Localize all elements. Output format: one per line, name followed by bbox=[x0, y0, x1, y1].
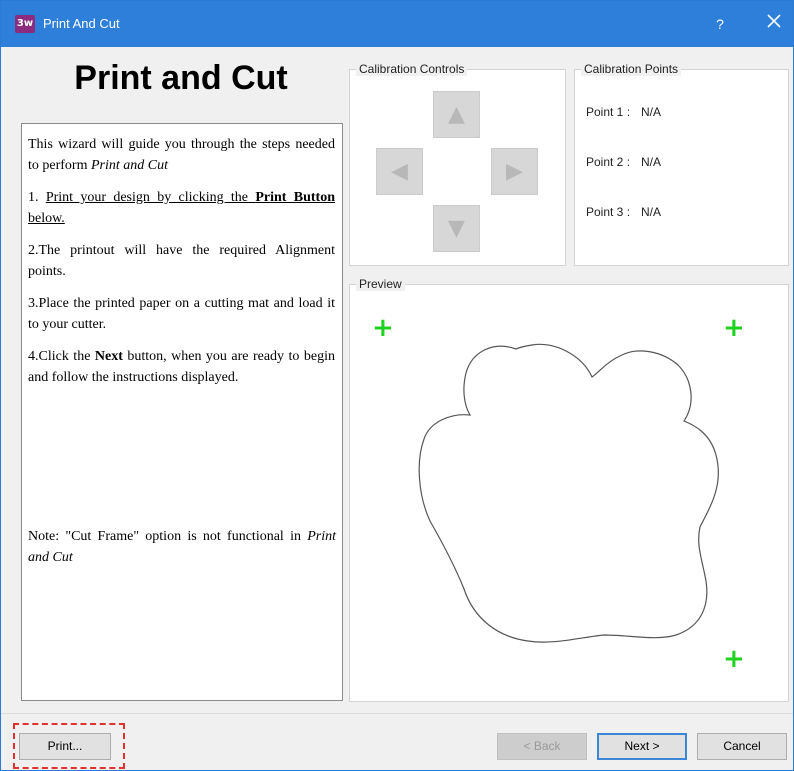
calibration-controls-legend: Calibration Controls bbox=[356, 62, 468, 76]
back-button[interactable]: < Back bbox=[497, 733, 587, 760]
arrow-up-icon: ▲ bbox=[448, 102, 465, 127]
point-1-row: Point 1 : N/A bbox=[586, 105, 661, 119]
move-down-button[interactable]: ▼ bbox=[433, 205, 480, 252]
calibration-controls-group: Calibration Controls ▲ ◀ ▶ ▼ bbox=[349, 62, 566, 266]
help-button[interactable]: ? bbox=[709, 13, 731, 35]
calibration-points-legend: Calibration Points bbox=[581, 62, 682, 76]
print-button[interactable]: Print... bbox=[19, 733, 111, 760]
point-3-label: Point 3 : bbox=[586, 205, 631, 219]
close-button[interactable] bbox=[761, 11, 787, 37]
next-button[interactable]: Next > bbox=[597, 733, 687, 760]
window-title: Print And Cut bbox=[43, 16, 120, 31]
title-bar[interactable]: 3w Print And Cut ? bbox=[1, 1, 793, 47]
point-2-label: Point 2 : bbox=[586, 155, 631, 169]
paw-outline-icon bbox=[418, 343, 719, 643]
move-up-button[interactable]: ▲ bbox=[433, 91, 480, 138]
instructions-panel: This wizard will guide you through the s… bbox=[21, 123, 343, 701]
point-2-row: Point 2 : N/A bbox=[586, 155, 661, 169]
preview-group: Preview + + + bbox=[349, 277, 789, 702]
arrow-down-icon: ▼ bbox=[448, 216, 465, 241]
move-right-button[interactable]: ▶ bbox=[491, 148, 538, 195]
point-3-row: Point 3 : N/A bbox=[586, 205, 661, 219]
arrow-right-icon: ▶ bbox=[506, 159, 523, 184]
point-1-value: N/A bbox=[641, 105, 662, 119]
preview-legend: Preview bbox=[356, 277, 405, 291]
arrow-left-icon: ◀ bbox=[391, 159, 408, 184]
point-2-value: N/A bbox=[641, 155, 662, 169]
note-text: Note: "Cut Frame" option is not function… bbox=[28, 529, 336, 565]
close-icon bbox=[767, 14, 781, 28]
step-2-text: 2.The printout will have the required Al… bbox=[28, 243, 335, 279]
alignment-mark-bottom-right-icon: + bbox=[723, 644, 745, 674]
point-1-label: Point 1 : bbox=[586, 105, 631, 119]
move-left-button[interactable]: ◀ bbox=[376, 148, 423, 195]
alignment-mark-top-left-icon: + bbox=[372, 313, 394, 343]
footer-divider bbox=[1, 713, 793, 714]
calibration-points-group: Calibration Points Point 1 : N/A Point 2 … bbox=[574, 62, 789, 266]
step-3-text: 3.Place the printed paper on a cutting m… bbox=[28, 296, 335, 332]
point-3-value: N/A bbox=[641, 205, 662, 219]
print-and-cut-dialog: 3w Print And Cut ? Print and Cut This wi… bbox=[0, 0, 794, 771]
intro-text: This wizard will guide you through the s… bbox=[28, 137, 335, 173]
alignment-mark-top-right-icon: + bbox=[723, 313, 745, 343]
step-4-text: 4.Click the Next button, when you are re… bbox=[28, 349, 335, 385]
cancel-button[interactable]: Cancel bbox=[697, 733, 787, 760]
page-title: Print and Cut bbox=[74, 59, 288, 97]
step-1-text: 1. Print your design by clicking the Pri… bbox=[28, 190, 335, 226]
app-logo-icon: 3w bbox=[15, 15, 35, 33]
